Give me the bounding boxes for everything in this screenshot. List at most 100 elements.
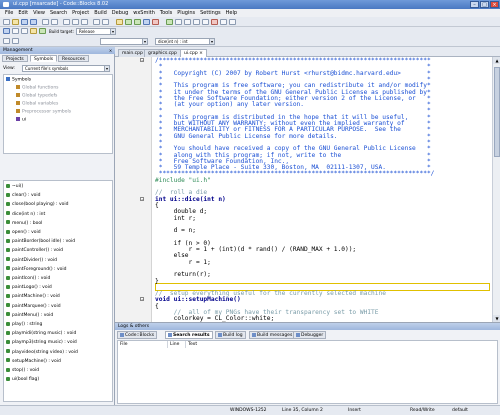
debug-icon[interactable] [166, 19, 173, 25]
list-item[interactable]: clear() : void [6, 192, 41, 199]
list-item[interactable]: paintDivider() : void [6, 257, 57, 264]
run-icon[interactable] [125, 19, 132, 25]
build-target-select[interactable]: Release ▾ [76, 28, 116, 35]
toggle-bookmark-icon[interactable] [3, 28, 10, 34]
scroll-up-icon[interactable]: ▲ [493, 57, 500, 64]
jump-forward-icon[interactable] [12, 38, 19, 44]
copy-icon[interactable] [72, 19, 79, 25]
tab-log-buildmessages[interactable]: Build messages [249, 331, 296, 339]
tab-resources[interactable]: Resources [58, 55, 89, 62]
abort-icon[interactable] [152, 19, 159, 25]
list-item[interactable]: paintBorder(bool idle) : void [6, 238, 75, 245]
menu-search[interactable]: Search [49, 10, 68, 16]
compile-file-icon[interactable] [39, 28, 46, 34]
minimize-button[interactable]: – [470, 1, 479, 8]
view-select[interactable]: Current file's symbols ▾ [22, 65, 110, 72]
list-item[interactable]: play() : string [6, 321, 42, 328]
list-item[interactable]: dice(int n) : int [6, 211, 45, 218]
list-item[interactable]: playvideo(string video) : void [6, 349, 78, 356]
menu-debug[interactable]: Debug [111, 10, 129, 16]
fold-marker-icon[interactable]: − [140, 297, 144, 302]
redo-icon[interactable] [51, 19, 58, 25]
menu-help[interactable]: Help [225, 10, 238, 16]
debug-info-icon[interactable] [229, 19, 236, 25]
maximize-button[interactable]: □ [480, 1, 489, 8]
list-item[interactable]: playmidi(string music) : void [6, 330, 76, 337]
column-header-file[interactable]: File [118, 341, 168, 348]
menu-wxsmith[interactable]: wxSmith [132, 10, 156, 16]
scope-select[interactable]: ▾ [100, 38, 148, 45]
list-item[interactable]: paintMachine() : void [6, 293, 60, 300]
vertical-scrollbar[interactable]: ▲ ▼ [492, 57, 500, 322]
column-header-line[interactable]: Line [168, 341, 186, 348]
tree-node[interactable]: Global variables [16, 101, 58, 108]
function-select[interactable]: dice(int n) : int ▾ [155, 38, 215, 45]
step-out-icon[interactable] [202, 19, 209, 25]
open-folder-icon[interactable] [12, 19, 19, 25]
save-icon[interactable] [21, 19, 28, 25]
debug-windows-icon[interactable] [220, 19, 227, 25]
build-icon[interactable] [116, 19, 123, 25]
list-item[interactable]: open() : void [6, 229, 41, 236]
next-bookmark-icon[interactable] [21, 28, 28, 34]
tab-log-codeblocks[interactable]: Code::Blocks [117, 331, 158, 339]
tree-node[interactable]: Symbols [6, 77, 31, 84]
close-icon[interactable]: × [199, 51, 203, 56]
tab-main-cpp[interactable]: main.cpp [118, 49, 147, 57]
step-into-icon[interactable] [193, 19, 200, 25]
list-item[interactable]: close(bool playing) : void [6, 201, 69, 208]
save-all-icon[interactable] [30, 19, 37, 25]
menu-file[interactable]: File [4, 10, 14, 16]
scroll-down-icon[interactable]: ▼ [493, 315, 500, 322]
menu-build[interactable]: Build [93, 10, 108, 16]
next-line-icon[interactable] [184, 19, 191, 25]
replace-icon[interactable] [102, 19, 109, 25]
tab-symbols[interactable]: Symbols [30, 55, 58, 62]
menu-settings[interactable]: Settings [199, 10, 222, 16]
menu-edit[interactable]: Edit [17, 10, 29, 16]
tree-node[interactable]: Global typedefs [16, 93, 57, 100]
find-icon[interactable] [93, 19, 100, 25]
jump-back-icon[interactable] [3, 38, 10, 44]
tab-ui-cpp[interactable]: ui.cpp × [180, 49, 207, 57]
tree-node[interactable]: Preprocessor symbols [16, 109, 71, 116]
tab-log-debugger[interactable]: Debugger [293, 331, 327, 339]
fold-marker-icon[interactable]: − [140, 196, 144, 201]
list-item[interactable]: paintController() : void [6, 247, 63, 254]
column-header-text[interactable]: Text [186, 341, 497, 348]
wxsmith-icon[interactable] [30, 28, 37, 34]
list-item[interactable]: menu() : bool [6, 220, 42, 227]
code-editor[interactable]: − − − /***********************************… [115, 57, 500, 322]
tree-node[interactable]: ui [16, 117, 26, 124]
paste-icon[interactable] [81, 19, 88, 25]
menu-plugins[interactable]: Plugins [176, 10, 196, 16]
list-item[interactable]: stop() : void [6, 367, 39, 374]
scrollbar-thumb[interactable] [494, 67, 500, 157]
menu-tools[interactable]: Tools [159, 10, 173, 16]
list-item[interactable]: paintMarquee() : void [6, 303, 61, 310]
list-item[interactable]: ~ui() [6, 183, 23, 190]
list-item[interactable]: paintForeground() : void [6, 266, 67, 273]
list-item[interactable]: paintMenu() : void [6, 312, 53, 319]
undo-icon[interactable] [42, 19, 49, 25]
tab-log-buildlog[interactable]: Build log [215, 331, 246, 339]
run-to-cursor-icon[interactable] [175, 19, 182, 25]
search-results-grid[interactable]: File Line Text [117, 340, 498, 404]
tree-node[interactable]: Global functions [16, 85, 59, 92]
tab-projects[interactable]: Projects [2, 55, 28, 62]
tab-log-searchresults[interactable]: Search results [165, 331, 213, 339]
code-area[interactable]: /***************************************… [155, 57, 490, 322]
menu-project[interactable]: Project [71, 10, 90, 16]
tab-graphics-cpp[interactable]: graphics.cpp [144, 49, 181, 57]
close-icon[interactable]: × [108, 48, 113, 53]
new-file-icon[interactable] [3, 19, 10, 25]
list-item[interactable]: playmp3(string music) : void [6, 339, 77, 346]
list-item[interactable]: ui(bool flag) [6, 376, 39, 383]
prev-bookmark-icon[interactable] [12, 28, 19, 34]
menu-view[interactable]: View [32, 10, 46, 16]
close-button[interactable]: × [490, 1, 499, 8]
build-and-run-icon[interactable] [134, 19, 141, 25]
list-item[interactable]: paintLogo() : void [6, 284, 52, 291]
rebuild-icon[interactable] [143, 19, 150, 25]
list-item[interactable]: setupMachine() : void [6, 358, 61, 365]
